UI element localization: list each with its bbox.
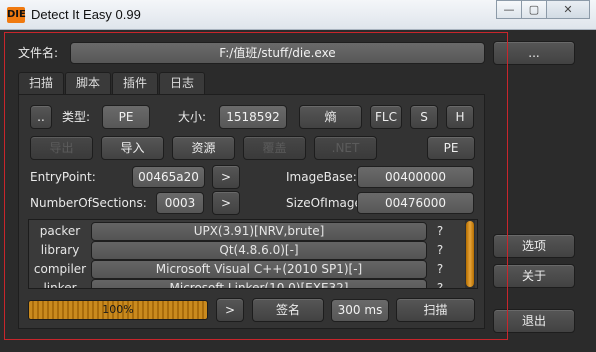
options-button[interactable]: 选项: [493, 234, 575, 258]
entrypoint-arrow-button[interactable]: >: [212, 165, 240, 189]
scan-button[interactable]: 扫描: [396, 298, 475, 322]
detection-value[interactable]: UPX(3.91)[NRV,brute]: [91, 222, 427, 241]
list-item: linker Microsoft Linker(10.0)[EXE32] ?: [29, 278, 469, 289]
detection-value[interactable]: Qt(4.8.6.0)[-]: [91, 241, 427, 260]
import-button[interactable]: 导入: [101, 136, 164, 160]
resources-button[interactable]: 资源: [172, 136, 235, 160]
type-field[interactable]: PE: [102, 105, 150, 129]
signature-button[interactable]: 签名: [252, 298, 324, 322]
entrypoint-label: EntryPoint:: [30, 170, 96, 184]
close-button[interactable]: ✕: [546, 0, 590, 19]
window-title: Detect It Easy 0.99: [31, 7, 141, 22]
type-label: 类型:: [62, 110, 91, 124]
export-button[interactable]: 导出: [30, 136, 93, 160]
detection-kind: packer: [39, 224, 81, 238]
detection-info-button[interactable]: ?: [434, 221, 446, 241]
hash-button[interactable]: H: [446, 105, 474, 129]
imagesize-label: SizeOfImage:: [286, 196, 366, 210]
entropy-button[interactable]: 熵: [299, 105, 362, 129]
detection-kind: library: [40, 243, 80, 257]
minimize-button[interactable]: —: [496, 0, 522, 19]
detection-info-button[interactable]: ?: [434, 278, 446, 288]
filename-field[interactable]: F:/值班/stuff/die.exe: [70, 42, 485, 64]
about-button[interactable]: 关于: [493, 264, 575, 288]
progress-arrow-button[interactable]: >: [216, 298, 244, 322]
overlay-button[interactable]: 覆盖: [243, 136, 306, 160]
list-scrollbar[interactable]: [465, 220, 475, 288]
scan-progress-bar: 100%: [28, 300, 208, 320]
pe-button[interactable]: PE: [427, 136, 475, 160]
progress-text: 100%: [102, 303, 134, 316]
imagebase-field: 00400000: [357, 166, 474, 188]
detection-info-button[interactable]: ?: [434, 259, 446, 279]
flc-button[interactable]: FLC: [370, 105, 402, 129]
net-button[interactable]: .NET: [314, 136, 377, 160]
filename-label: 文件名:: [18, 46, 59, 60]
sections-label: NumberOfSections:: [30, 196, 147, 210]
detection-kind: compiler: [33, 262, 87, 276]
window-controls: — ▢ ✕: [496, 0, 590, 20]
tab-log[interactable]: 日志: [159, 72, 206, 94]
strings-button[interactable]: S: [410, 105, 438, 129]
tab-scan[interactable]: 扫描: [18, 72, 65, 95]
tab-scripts[interactable]: 脚本: [65, 72, 112, 94]
maximize-button[interactable]: ▢: [521, 0, 547, 19]
detection-value[interactable]: Microsoft Visual C++(2010 SP1)[-]: [91, 260, 427, 279]
tab-plugins[interactable]: 插件: [112, 72, 159, 94]
imagesize-field: 00476000: [357, 192, 474, 214]
exit-button[interactable]: 退出: [493, 309, 575, 333]
sections-field: 0003: [156, 192, 204, 214]
sections-arrow-button[interactable]: >: [212, 191, 240, 215]
size-field: 1518592: [219, 105, 287, 129]
size-label: 大小:: [178, 110, 207, 124]
imagebase-label: ImageBase:: [286, 170, 357, 184]
tab-bar: 扫描 脚本 插件 日志: [18, 72, 206, 95]
app-logo-icon: DIE: [7, 7, 26, 23]
scrollbar-thumb[interactable]: [466, 221, 474, 287]
scan-time-field: 300 ms: [331, 299, 389, 322]
browse-button[interactable]: ...: [493, 41, 575, 65]
detections-list[interactable]: packer UPX(3.91)[NRV,brute] ? library Qt…: [28, 219, 478, 289]
entrypoint-field: 00465a20: [132, 166, 205, 188]
detection-info-button[interactable]: ?: [434, 240, 446, 260]
dots-button[interactable]: ..: [30, 105, 52, 129]
title-bar: DIE Detect It Easy 0.99 — ▢ ✕: [0, 0, 596, 30]
detection-kind: linker: [43, 281, 77, 289]
detection-value[interactable]: Microsoft Linker(10.0)[EXE32]: [91, 279, 427, 288]
